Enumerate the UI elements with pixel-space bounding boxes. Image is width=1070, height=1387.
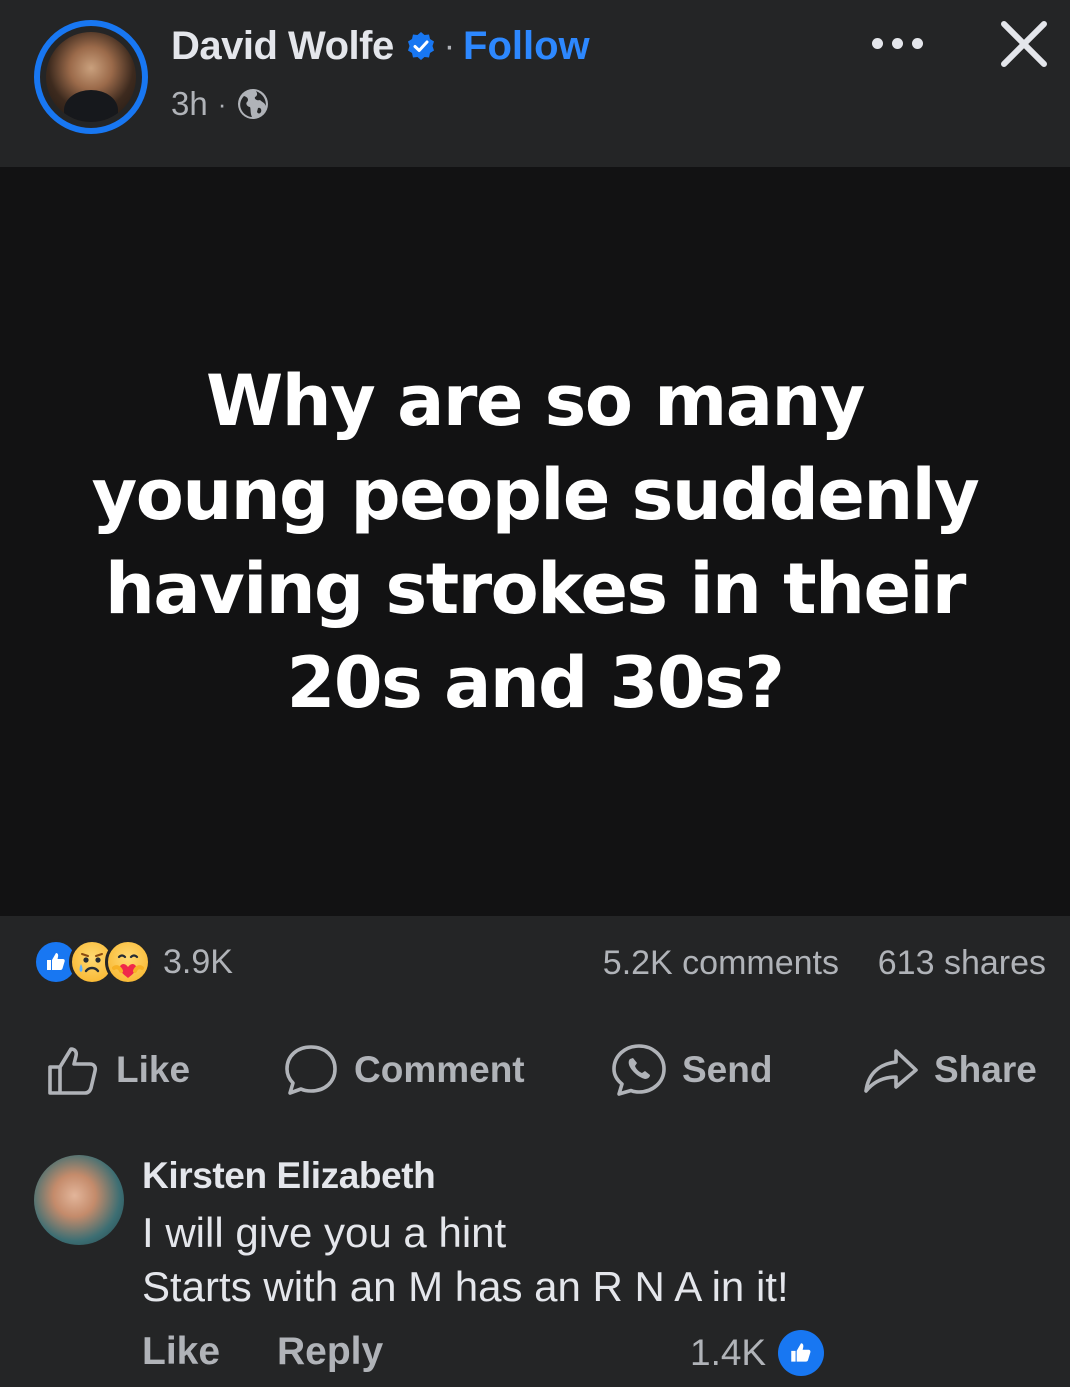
send-label: Send: [682, 1049, 773, 1090]
verified-badge-icon: [406, 31, 436, 61]
messenger-icon: [612, 1044, 666, 1096]
author-name[interactable]: David Wolfe: [171, 24, 394, 69]
comment-label: Comment: [354, 1049, 525, 1090]
comment-like-reaction-icon: [778, 1330, 825, 1376]
close-icon[interactable]: [996, 16, 1052, 72]
comments-count[interactable]: 5.2K comments: [603, 944, 839, 983]
author-row: David Wolfe · Follow: [171, 22, 590, 70]
shares-count[interactable]: 613 shares: [878, 944, 1046, 983]
comment-text-line-1: I will give you a hint: [142, 1209, 507, 1256]
send-button[interactable]: Send: [610, 1040, 772, 1100]
post-image[interactable]: Why are so many young people suddenly ha…: [0, 167, 1070, 916]
post-time[interactable]: 3h: [171, 85, 208, 123]
like-label: Like: [116, 1049, 191, 1090]
share-label: Share: [934, 1049, 1037, 1090]
follow-button[interactable]: Follow: [463, 24, 590, 69]
reactions-count: 3.9K: [163, 942, 233, 981]
comment-like-button[interactable]: Like: [142, 1330, 220, 1374]
author-avatar-image: [46, 32, 136, 122]
commenter-name[interactable]: Kirsten Elizabeth: [142, 1155, 436, 1197]
post-meta: 3h ·: [171, 84, 270, 124]
post-image-text: Why are so many young people suddenly ha…: [91, 359, 980, 724]
post-header: David Wolfe · Follow 3h ·: [0, 0, 1070, 167]
share-arrow-icon: [864, 1049, 918, 1093]
globe-icon: [238, 89, 269, 119]
speech-bubble-icon: [285, 1045, 337, 1095]
like-button[interactable]: Like: [44, 1040, 190, 1100]
more-icon[interactable]: [872, 34, 928, 52]
care-reaction-icon: [105, 939, 151, 985]
comment-reactions-count: 1.4K: [690, 1332, 767, 1373]
share-button[interactable]: Share: [862, 1040, 1037, 1100]
comment-button[interactable]: Comment: [282, 1040, 525, 1100]
meta-separator: ·: [217, 88, 227, 119]
reactions-summary[interactable]: 3.9K: [33, 938, 233, 986]
comment-text-line-2: Starts with an M has an R N A in it!: [142, 1263, 789, 1310]
comment-reactions[interactable]: 1.4K: [690, 1330, 825, 1376]
post-viewer: David Wolfe · Follow 3h · Why are so man…: [0, 0, 1070, 1387]
author-avatar[interactable]: [34, 20, 148, 134]
commenter-avatar[interactable]: [34, 1155, 124, 1245]
action-bar: Like Comment Send Share: [0, 1030, 1070, 1110]
name-separator: ·: [443, 26, 456, 65]
comment-reply-button[interactable]: Reply: [277, 1330, 383, 1374]
thumbs-up-icon: [48, 1047, 98, 1095]
